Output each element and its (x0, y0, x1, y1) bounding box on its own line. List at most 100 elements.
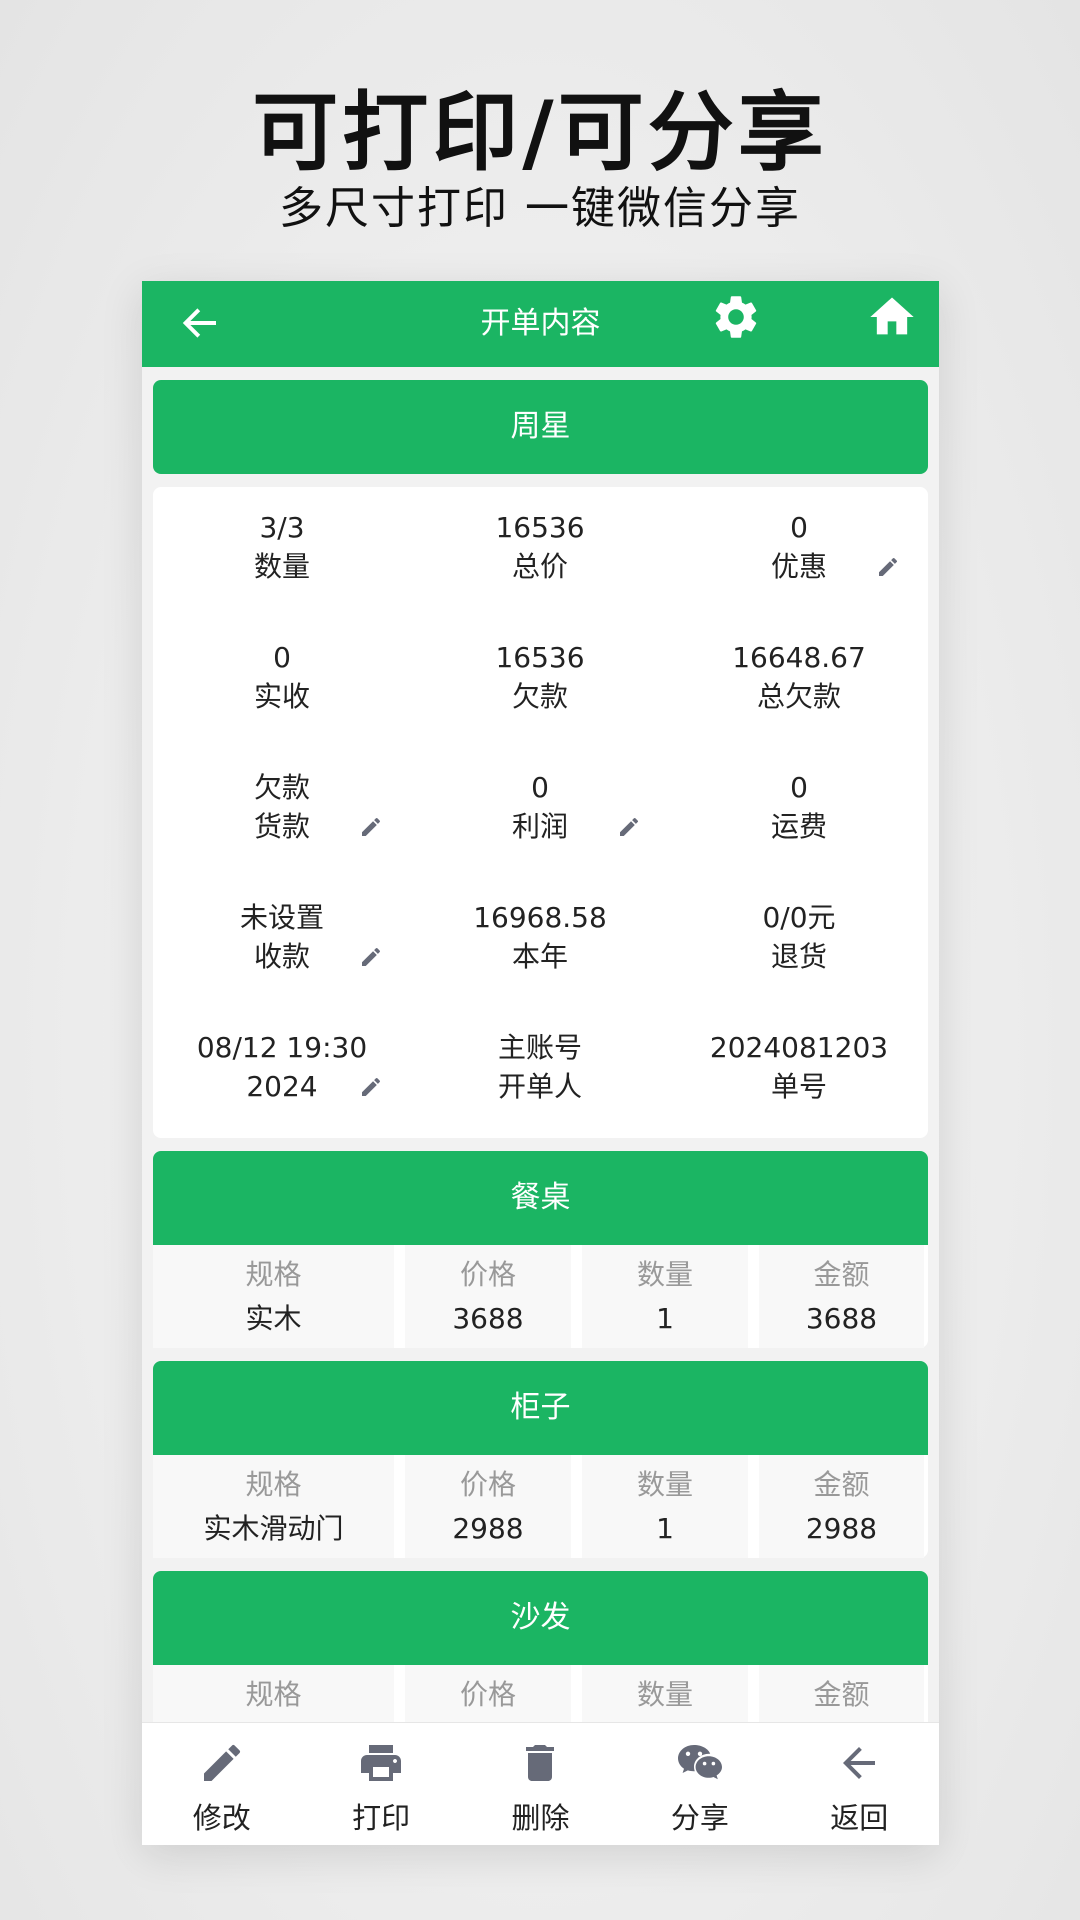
action-label: 修改 (192, 1801, 251, 1835)
cell-value: 实木滑动门 (203, 1512, 344, 1545)
pencil-icon[interactable] (359, 1075, 383, 1099)
stat-value: 2024081203 (709, 1031, 889, 1064)
stat-value: 主账号 (497, 1031, 582, 1064)
order-summary-card: 3/3 数量 16536 总价 0 优惠 0 实收 16536 欠款 16648.67 总欠款 欠款 货款… (153, 487, 928, 1138)
stat-item[interactable]: 未设置 收款 (153, 899, 411, 977)
stat-label: 总欠款 (756, 680, 841, 713)
stat-value: 0 (531, 771, 549, 804)
stat-label: 数量 (253, 550, 310, 583)
column-header: 数量 (636, 1678, 693, 1711)
column-header: 金额 (813, 1468, 870, 1501)
pencil-icon[interactable] (876, 555, 900, 579)
item-detail-row: 规格实木 价格 3688 数量 1 金额 3688 (153, 1245, 928, 1348)
stat-item[interactable]: 0 利润 (411, 769, 669, 847)
column-header: 规格 (245, 1678, 302, 1711)
stat-item: 16968.58 本年 (411, 899, 669, 977)
stat-value: 0 (790, 771, 808, 804)
item-cell-qty: 数量 1 (582, 1455, 748, 1558)
stat-value: 16536 (495, 641, 585, 674)
cell-value: 实木 (245, 1302, 302, 1335)
stat-item: 主账号 开单人 (411, 1029, 669, 1107)
action-trash-button[interactable]: 删除 (461, 1723, 620, 1845)
stat-label: 欠款 (511, 680, 568, 713)
action-label: 返回 (830, 1801, 889, 1835)
arrow-left-icon (843, 1747, 876, 1779)
stat-value: 未设置 (239, 901, 324, 934)
stat-item: 16648.67 总欠款 (670, 639, 928, 717)
column-header: 规格 (245, 1468, 302, 1501)
stat-item[interactable]: 08/12 19:30 2024 (153, 1029, 411, 1107)
action-pencil-button[interactable]: 修改 (142, 1723, 301, 1845)
action-arrow-left-button[interactable]: 返回 (780, 1723, 939, 1845)
item-header[interactable]: 餐桌 (153, 1151, 928, 1245)
column-header: 价格 (459, 1678, 516, 1711)
cell-value: 2988 (452, 1512, 524, 1545)
pencil-icon (203, 1744, 240, 1781)
action-printer-button[interactable]: 打印 (301, 1723, 460, 1845)
column-header: 数量 (636, 1468, 693, 1501)
stat-value: 欠款 (253, 771, 310, 804)
stat-label: 运费 (770, 810, 827, 843)
stat-item[interactable]: 0 优惠 (670, 509, 928, 587)
item-cell-spec: 规格 实木 (153, 1245, 394, 1348)
stat-value: 0 (790, 511, 808, 544)
stat-label: 退货 (770, 940, 827, 973)
column-header: 金额 (813, 1258, 870, 1291)
pencil-icon[interactable] (617, 815, 641, 839)
cell-value: 1 (656, 1302, 674, 1335)
stat-item[interactable]: 欠款 货款 (153, 769, 411, 847)
column-header: 规格 (245, 1258, 302, 1291)
item-cell-amount: 金额 2988 (759, 1455, 924, 1558)
cell-value: 3688 (805, 1302, 878, 1335)
column-header: 金额 (813, 1678, 870, 1711)
action-label: 分享 (670, 1801, 729, 1835)
stat-label: 单号 (770, 1070, 827, 1103)
home-icon[interactable] (866, 291, 918, 343)
printer-icon (361, 1745, 402, 1781)
stat-label: 总价 (511, 550, 568, 583)
stat-value: 16648.67 (732, 641, 866, 674)
customer-name: 周星 (153, 380, 928, 474)
app-bar: 开单内容 (142, 281, 939, 367)
stat-value: 0 (273, 641, 291, 674)
stat-label: 开单人 (497, 1070, 582, 1103)
stat-label: 收款 (153, 937, 411, 977)
gear-icon[interactable] (710, 291, 762, 343)
cell-value: 3688 (452, 1302, 524, 1335)
page-title: 开单内容 (480, 306, 601, 341)
stat-item: 0 运费 (670, 769, 928, 847)
stat-value: 16968.58 (473, 901, 607, 934)
column-header: 数量 (636, 1258, 693, 1291)
action-wechat-button[interactable]: 分享 (620, 1723, 779, 1845)
stat-value: 08/12 19:30 (196, 1031, 368, 1064)
wechat-icon (677, 1745, 722, 1780)
item-cell-spec: 规格 实木滑动门 (153, 1455, 394, 1558)
action-label: 删除 (511, 1801, 570, 1835)
cell-value: 2988 (805, 1512, 878, 1545)
item-header[interactable]: 柜子 (153, 1361, 928, 1455)
stat-label: 优惠 (670, 547, 928, 587)
item-detail-row: 规格实木滑动门 价格 2988 数量 1 金额 2988 (153, 1455, 928, 1558)
item-header[interactable]: 沙发 (153, 1571, 928, 1665)
action-label: 打印 (352, 1801, 411, 1835)
stat-label: 利润 (411, 807, 669, 847)
items-list: 餐桌 规格 实木 价格 3688 数量 1 金额 3688 柜子 规格 实木滑动门 价格 2988 数量 1 金… (153, 1151, 928, 1768)
pencil-icon[interactable] (359, 945, 383, 969)
item-cell-amount: 金额 3688 (759, 1245, 924, 1348)
stat-item: 0 实收 (153, 639, 411, 717)
phone-screen: 开单内容 周星 3/3 数量 16536 总价 0 优惠 0 实收 16536 欠款 16648.6… (142, 281, 939, 1845)
stat-item: 16536 欠款 (411, 639, 669, 717)
item-cell-price: 价格 2988 (405, 1455, 571, 1558)
column-header: 价格 (459, 1258, 516, 1291)
stat-value: 16536 (495, 511, 585, 544)
trash-icon (526, 1745, 555, 1781)
column-header: 价格 (459, 1468, 516, 1501)
stat-label: 本年 (511, 940, 568, 973)
stat-label: 实收 (253, 680, 310, 713)
pencil-icon[interactable] (359, 815, 383, 839)
stat-value: 0/0元 (762, 901, 836, 934)
stat-value: 3/3 (259, 511, 305, 544)
stat-item: 3/3 数量 (153, 509, 411, 587)
item-cell-qty: 数量 1 (582, 1245, 748, 1348)
stat-label: 货款 (153, 807, 411, 847)
